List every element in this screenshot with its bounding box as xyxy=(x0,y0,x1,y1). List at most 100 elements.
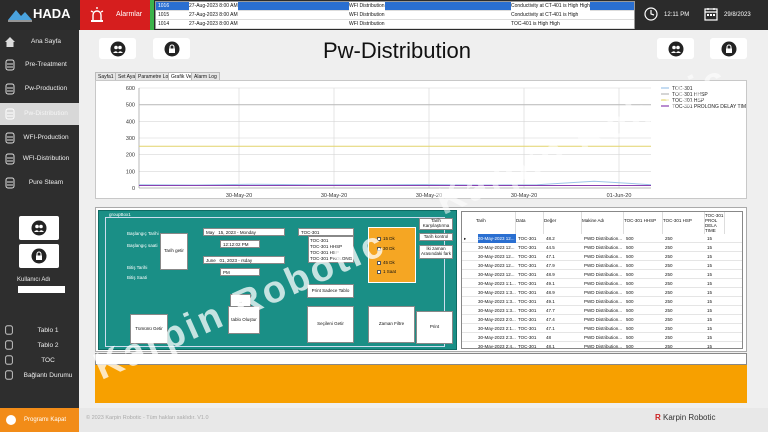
print-button[interactable]: Print xyxy=(416,311,453,344)
lock-button[interactable] xyxy=(19,244,59,268)
table-row[interactable]: 30-May-2023 1:1... TOC-301 49.1 PWD Distrib… xyxy=(462,279,742,288)
logo-text: HADA xyxy=(33,6,71,21)
column-header[interactable]: TOC-301 HSP xyxy=(663,212,705,234)
table-row[interactable]: 30-May-2023 2:1... TOC-301 47.1 PWD Distrib… xyxy=(462,324,742,333)
data-table[interactable]: Tarih Data Değer Makine Adı TOC-301 HHSP… xyxy=(461,211,743,349)
username-field[interactable] xyxy=(18,286,65,293)
check-1saat[interactable]: 1 Saat xyxy=(377,269,396,274)
alarm-row[interactable]: 1014 27-Aug-2023 8:00 AM WFI Distributio… xyxy=(156,20,634,29)
brand-logo: R Karpin Robotic xyxy=(655,413,716,422)
table-cell: 15 xyxy=(707,263,713,268)
column-header[interactable]: Değer xyxy=(544,212,582,234)
check-label: 15 Dk xyxy=(383,236,395,241)
top-bar: HADA Alarmlar 1016 27-Aug-2023 8:00 AM W… xyxy=(0,0,768,30)
sidebar-item-label: Pure Steam xyxy=(28,179,64,186)
table-row[interactable]: 30-May-2023 2:0... TOC-301 47.4 PWD Distrib… xyxy=(462,315,742,324)
users-button[interactable] xyxy=(99,38,136,59)
table-row[interactable]: ▸ 30-May-2023 12... TOC-301 48.2 PWD Distrib… xyxy=(462,234,742,243)
sidebar-item-wfi-production[interactable]: WFI-Production xyxy=(0,127,79,149)
table-cell: TOC-301 xyxy=(518,308,537,313)
tarih-getir-button[interactable]: Tarih getir xyxy=(160,233,188,270)
iki-zaman-button[interactable]: İki zaman Arasındaki fark xyxy=(419,245,453,259)
clock-time: 12:11 PM xyxy=(664,12,690,18)
alarm-row[interactable]: 1016 27-Aug-2023 8:00 AM WFI Distributio… xyxy=(156,2,634,11)
table-row[interactable]: 30-May-2023 1:3... TOC-301 49.1 PWD Distrib… xyxy=(462,297,742,306)
lock-icon xyxy=(721,41,737,57)
alarm-row[interactable]: 1015 27-Aug-2023 8:00 AM WFI Distributio… xyxy=(156,11,634,20)
zaman-filtre-button[interactable]: Zaman Filtre xyxy=(368,306,415,343)
table-row[interactable]: 30-May-2023 12... TOC-301 44.5 PWD Distribu… xyxy=(462,243,742,252)
sidebar-item-tablo-1[interactable]: Tablo 1 xyxy=(0,323,79,338)
tank-icon xyxy=(5,83,15,95)
table-row[interactable]: 30-May-2023 1:3... TOC-301 47.7 PWD Distrib… xyxy=(462,306,742,315)
table-row[interactable]: 30-May-2023 12... TOC-301 47.9 PWD Distribu… xyxy=(462,261,742,270)
table-cell: PWD Distribution... xyxy=(584,281,623,286)
brand-mark: R xyxy=(655,413,661,422)
sidebar-item-wfi-distribution[interactable]: WFI-Distribution xyxy=(0,148,79,170)
sidebar: Ana Sayfa Pre-Treatment Pw-Production Pw… xyxy=(0,30,79,408)
table-row[interactable]: 30-May-2023 12... TOC-301 48.9 PWD Distribu… xyxy=(462,270,742,279)
users-button[interactable] xyxy=(19,216,59,240)
clock: 12:11 PM xyxy=(640,5,700,25)
table-cell: 48.1 xyxy=(546,344,555,349)
lock-button[interactable] xyxy=(153,38,190,59)
table-row[interactable]: 30-May-2023 2:3... TOC-301 48 PWD Distribut… xyxy=(462,333,742,342)
table-cell: 500 xyxy=(626,308,634,313)
table-row[interactable]: 30-May-2023 12... TOC-301 47.1 PWD Distribu… xyxy=(462,252,742,261)
alarm-message: TOC-401 is High High xyxy=(511,21,560,27)
alarm-list[interactable]: 1016 27-Aug-2023 8:00 AM WFI Distributio… xyxy=(155,1,635,29)
sidebar-item-pw-production[interactable]: Pw-Production xyxy=(0,78,79,100)
sidebar-item-pure-steam[interactable]: Pure Steam xyxy=(0,172,79,194)
end-date-picker[interactable]: June 01, 2023 - rsday xyxy=(203,256,285,264)
column-header[interactable]: Data xyxy=(516,212,544,234)
table-cell: 250 xyxy=(665,335,673,340)
alarm-time: 27-Aug-2023 8:00 AM xyxy=(189,21,238,27)
table-cell: PWD Distribution... xyxy=(584,236,623,241)
column-header[interactable]: Makine Adı xyxy=(582,212,624,234)
end-day: 01, 2023 - xyxy=(219,258,240,263)
alarm-area: WFI Distribution xyxy=(349,2,385,11)
exit-button[interactable]: Programı Kapat xyxy=(0,408,79,432)
start-date-picker[interactable]: May 15, 2023 - Monday xyxy=(203,228,285,236)
checkbox[interactable] xyxy=(377,269,381,274)
sidebar-item-ana-sayfa[interactable]: Ana Sayfa xyxy=(0,31,79,53)
table-row[interactable]: 30-May-2023 2:4... TOC-301 48.1 PWD Distrib… xyxy=(462,342,742,349)
column-header[interactable]: Tarih xyxy=(476,212,516,234)
start-time-field[interactable]: 12:12:02 PM xyxy=(220,240,260,248)
table-cell: TOC-301 xyxy=(518,236,537,241)
table-cell: 48.2 xyxy=(546,236,555,241)
copyright: © 2023 Karpin Robotic - Tüm hakları sakl… xyxy=(86,415,209,421)
column-header[interactable]: TOC-301 HHSP xyxy=(624,212,663,234)
sidebar-item-tablo-2[interactable]: Tablo 2 xyxy=(0,338,79,353)
table-cell: 15 xyxy=(707,245,713,250)
sidebar-item-baglanti-durumu[interactable]: Bağlantı Durumu xyxy=(0,368,79,383)
users-icon xyxy=(31,220,47,236)
sidebar-item-pre-treatment[interactable]: Pre-Treatment xyxy=(0,54,79,76)
tarih-kontrol-button[interactable]: Tarih kontrol xyxy=(419,233,453,241)
table-cell: TOC-301 xyxy=(518,263,537,268)
sidebar-item-label: TOC xyxy=(41,357,55,364)
tank-icon xyxy=(5,132,15,144)
start-time-label: Başlangıç saati xyxy=(127,243,158,248)
table-cell: 250 xyxy=(665,263,673,268)
series-line xyxy=(138,180,652,186)
alarm-button[interactable]: Alarmlar xyxy=(80,0,150,30)
table-cell: 47.9 xyxy=(546,263,555,268)
table-cell: 15 xyxy=(707,254,713,259)
secileni-getir-button[interactable]: Seçileni Getir xyxy=(307,306,354,343)
table-cell: 500 xyxy=(626,326,634,331)
message-bar xyxy=(95,365,747,403)
table-cell: 15 xyxy=(707,299,713,304)
table-row[interactable]: 30-May-2023 1:3... TOC-301 48.9 PWD Distrib… xyxy=(462,288,742,297)
table-cell: TOC-301 xyxy=(518,299,537,304)
page-title: Pw-Distribution xyxy=(323,38,471,63)
sidebar-item-label: Pw-Distribution xyxy=(24,110,68,117)
users-button[interactable] xyxy=(657,38,694,59)
column-header[interactable]: TOC-301 PROL DELA TIME xyxy=(705,212,725,234)
table-cell: 30-May-2023 12... xyxy=(478,254,515,259)
lock-button[interactable] xyxy=(710,38,747,59)
sidebar-item-toc[interactable]: TOC xyxy=(0,353,79,368)
table-cell: PWD Distribution... xyxy=(584,344,623,349)
alarm-bell-icon xyxy=(90,7,104,22)
sidebar-item-pw-distribution[interactable]: Pw-Distribution xyxy=(0,103,79,125)
